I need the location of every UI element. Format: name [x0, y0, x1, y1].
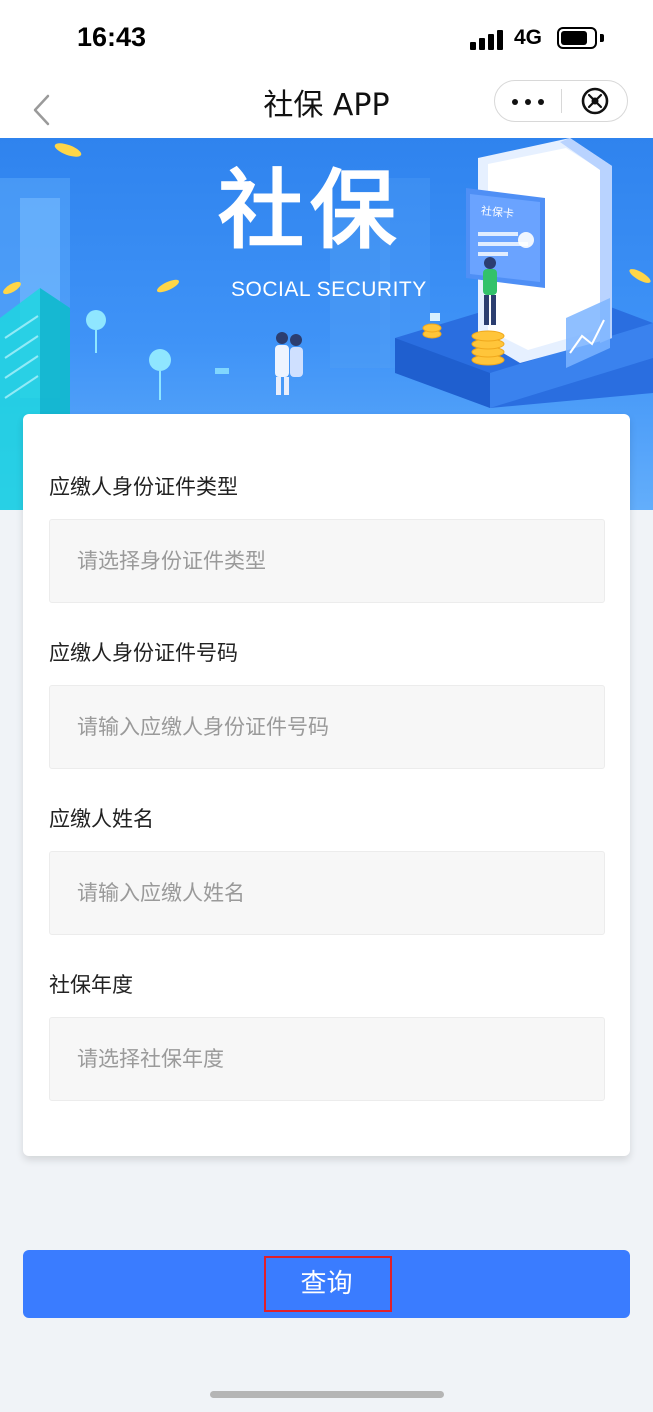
- payer-name-input[interactable]: 请输入应缴人姓名: [49, 851, 605, 935]
- people-figures: [275, 332, 303, 395]
- back-button[interactable]: [22, 86, 62, 130]
- nav-bar: 社保 APP: [0, 78, 653, 138]
- id-number-placeholder: 请输入应缴人身份证件号码: [77, 715, 329, 739]
- battery-icon: [557, 27, 597, 49]
- year-label: 社保年度: [49, 973, 133, 997]
- query-button[interactable]: 查询: [23, 1250, 630, 1318]
- payer-name-placeholder: 请输入应缴人姓名: [77, 881, 245, 905]
- banner-subtitle: SOCIAL SECURITY: [231, 278, 427, 301]
- more-button[interactable]: [495, 81, 561, 121]
- home-indicator: [210, 1391, 444, 1398]
- year-placeholder: 请选择社保年度: [77, 1047, 224, 1071]
- id-number-input[interactable]: 请输入应缴人身份证件号码: [49, 685, 605, 769]
- banner-title: 社保: [218, 161, 402, 261]
- network-type: 4G: [514, 26, 543, 49]
- battery-cap: [600, 34, 604, 42]
- back-icon: [33, 94, 50, 126]
- id-type-select[interactable]: 请选择身份证件类型: [49, 519, 605, 603]
- status-time: 16:43: [77, 22, 147, 52]
- id-type-placeholder: 请选择身份证件类型: [77, 549, 266, 573]
- miniapp-capsule: [494, 80, 628, 122]
- banner-card-label: 社保卡: [480, 204, 515, 221]
- payer-name-label: 应缴人姓名: [49, 807, 154, 831]
- query-form: 应缴人身份证件类型 请选择身份证件类型 应缴人身份证件号码 请输入应缴人身份证件…: [23, 414, 630, 1156]
- highlight-box: [264, 1256, 392, 1312]
- close-miniapp-icon: [581, 87, 609, 115]
- id-type-label: 应缴人身份证件类型: [49, 475, 238, 499]
- id-number-label: 应缴人身份证件号码: [49, 641, 238, 665]
- year-select[interactable]: 请选择社保年度: [49, 1017, 605, 1101]
- status-bar: 16:43 4G: [0, 0, 653, 78]
- close-miniapp-button[interactable]: [562, 81, 628, 121]
- signal-icon: [470, 28, 504, 50]
